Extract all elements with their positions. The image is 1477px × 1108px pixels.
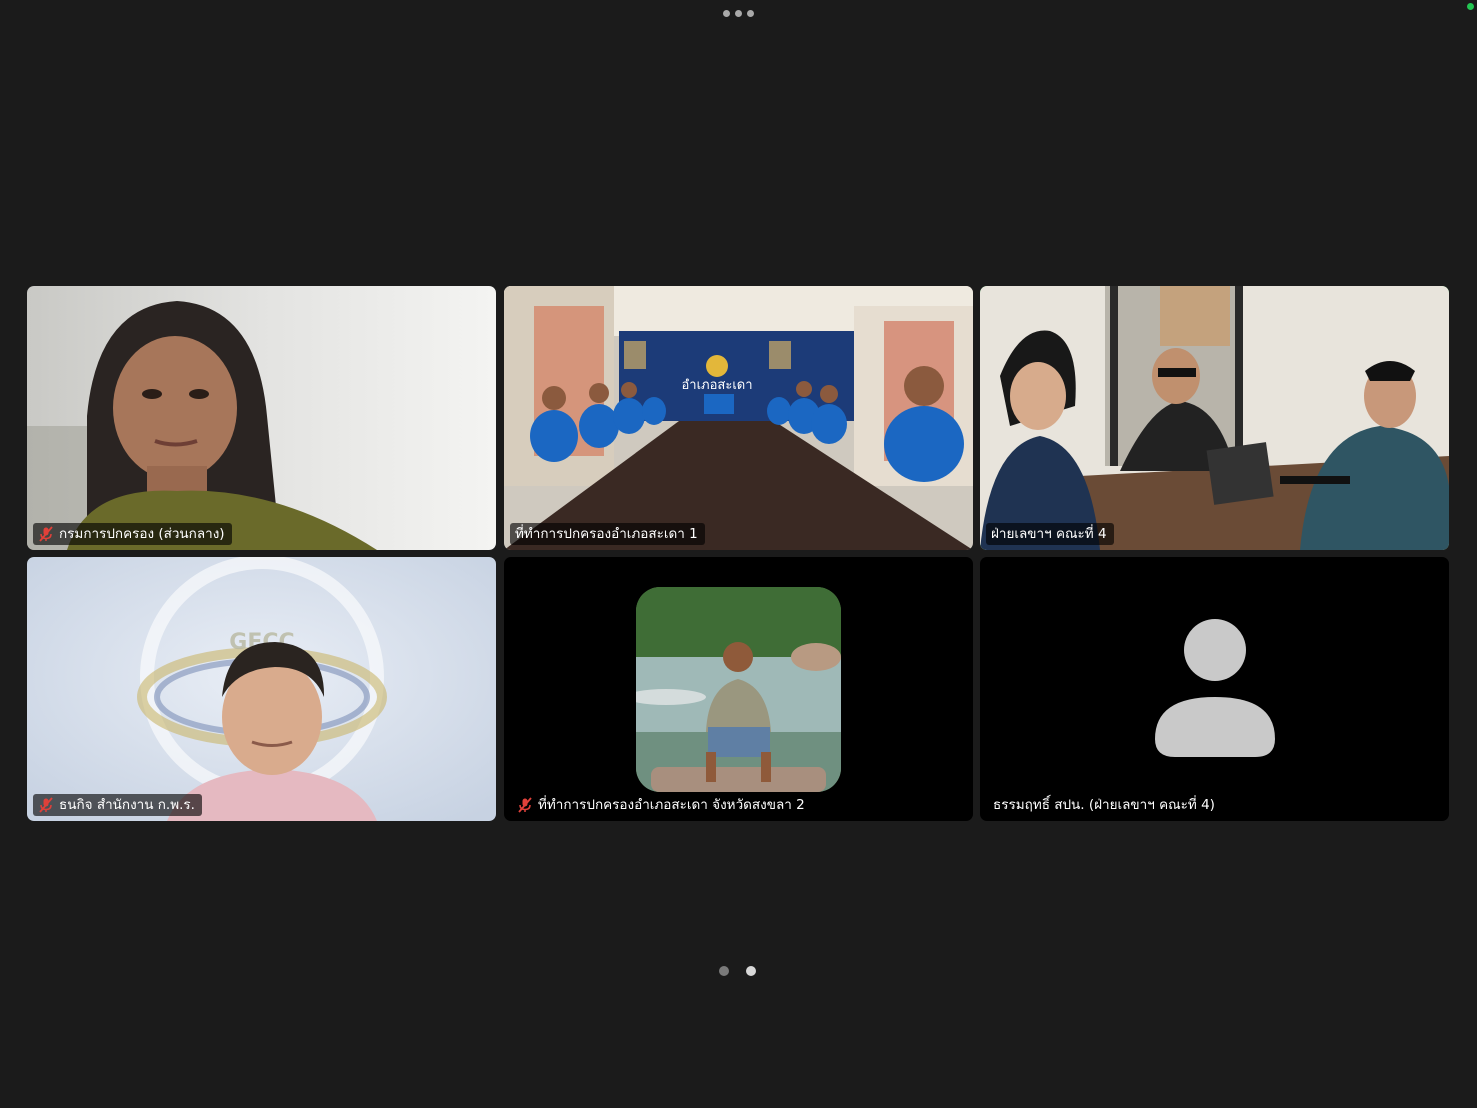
participant-video: GECC (27, 557, 496, 821)
participant-name: ที่ทำการปกครองอำเภอสะเดา จังหวัดสงขลา 2 (538, 797, 805, 813)
participant-name-tag: ธรรมฤทธิ์ สปน. (ฝ่ายเลขาฯ คณะที่ 4) (988, 794, 1222, 816)
participant-name-tag: ธนกิจ สำนักงาน ก.พ.ร. (33, 794, 202, 816)
default-person-icon (1155, 619, 1275, 757)
video-tile-3-active-speaker[interactable]: ฝ่ายเลขาฯ คณะที่ 4 (980, 286, 1449, 550)
video-tile-2[interactable]: อำเภอสะเดา ที่ทำการปกครองอำเภอสะเดา 1 (504, 286, 973, 550)
participant-name-tag: กรมการปกครอง (ส่วนกลาง) (33, 523, 232, 545)
connection-status-indicator (1467, 3, 1474, 10)
profile-photo-avatar (636, 587, 841, 792)
page-indicator (719, 966, 756, 976)
page-dot-1[interactable] (719, 966, 729, 976)
participant-name: ธรรมฤทธิ์ สปน. (ฝ่ายเลขาฯ คณะที่ 4) (993, 797, 1215, 813)
participant-name-tag: ฝ่ายเลขาฯ คณะที่ 4 (986, 523, 1114, 545)
participant-name-tag: ที่ทำการปกครองอำเภอสะเดา 1 (510, 523, 705, 545)
participant-video (980, 286, 1449, 550)
video-tile-4[interactable]: GECC ธนกิจ สำนักงาน ก.พ.ร. (27, 557, 496, 821)
more-options-icon[interactable] (723, 9, 755, 19)
participant-name: ธนกิจ สำนักงาน ก.พ.ร. (59, 797, 195, 813)
video-tile-1[interactable]: กรมการปกครอง (ส่วนกลาง) (27, 286, 496, 550)
muted-microphone-icon (39, 526, 53, 542)
participant-name: กรมการปกครอง (ส่วนกลาง) (59, 526, 225, 542)
participant-name: ฝ่ายเลขาฯ คณะที่ 4 (991, 526, 1107, 542)
participant-video (27, 286, 496, 550)
participant-name-tag: ที่ทำการปกครองอำเภอสะเดา จังหวัดสงขลา 2 (512, 794, 812, 816)
participant-name: ที่ทำการปกครองอำเภอสะเดา 1 (515, 526, 698, 542)
participant-video: อำเภอสะเดา (504, 286, 973, 550)
muted-microphone-icon (39, 797, 53, 813)
muted-microphone-icon (518, 797, 532, 813)
video-tile-6[interactable]: ธรรมฤทธิ์ สปน. (ฝ่ายเลขาฯ คณะที่ 4) (980, 557, 1449, 821)
room-sign-text: อำเภอสะเดา (681, 378, 752, 393)
page-dot-2-current[interactable] (746, 966, 756, 976)
video-tile-5[interactable]: ที่ทำการปกครองอำเภอสะเดา จังหวัดสงขลา 2 (504, 557, 973, 821)
